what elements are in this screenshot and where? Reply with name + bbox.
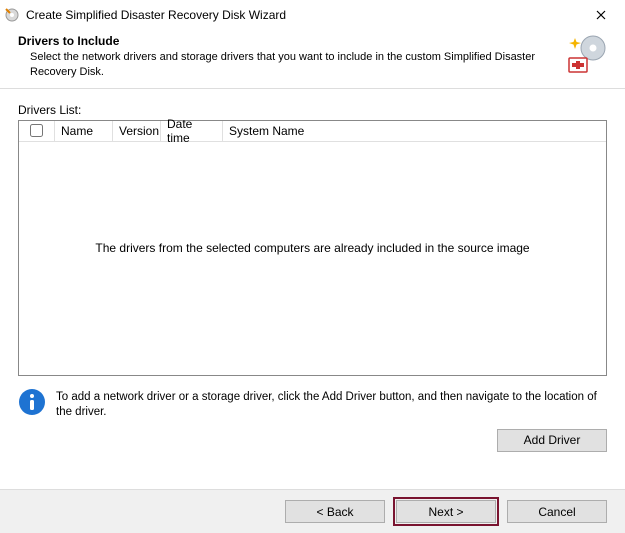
add-driver-button[interactable]: Add Driver [497, 429, 607, 452]
table-header-row: Name Version Date time System Name [19, 121, 606, 143]
column-version[interactable]: Version [113, 121, 161, 142]
wizard-header: Drivers to Include Select the network dr… [0, 30, 625, 88]
column-checkbox[interactable] [19, 121, 55, 142]
add-driver-row: Add Driver [0, 421, 625, 452]
wizard-icon [4, 7, 20, 23]
window-title: Create Simplified Disaster Recovery Disk… [26, 8, 581, 22]
info-text: To add a network driver or a storage dri… [56, 388, 607, 421]
header-graphic [563, 34, 607, 78]
page-description: Select the network drivers and storage d… [30, 50, 553, 80]
close-button[interactable] [581, 1, 621, 29]
column-datetime[interactable]: Date time [161, 121, 223, 142]
drivers-list-label: Drivers List: [18, 103, 607, 117]
next-button[interactable]: Next > [396, 500, 496, 523]
info-row: To add a network driver or a storage dri… [0, 376, 625, 421]
empty-list-message: The drivers from the selected computers … [19, 241, 606, 255]
select-all-checkbox[interactable] [30, 124, 43, 137]
column-system-name[interactable]: System Name [223, 121, 606, 142]
cancel-button[interactable]: Cancel [507, 500, 607, 523]
back-button[interactable]: < Back [285, 500, 385, 523]
next-button-highlight: Next > [393, 497, 499, 526]
content-area: Drivers List: Name Version Date time Sys… [0, 89, 625, 376]
info-icon [18, 388, 46, 416]
titlebar: Create Simplified Disaster Recovery Disk… [0, 0, 625, 30]
wizard-button-bar: < Back Next > Cancel [0, 489, 625, 533]
page-title: Drivers to Include [18, 34, 553, 48]
column-name[interactable]: Name [55, 121, 113, 142]
drivers-table: Name Version Date time System Name The d… [18, 120, 607, 376]
